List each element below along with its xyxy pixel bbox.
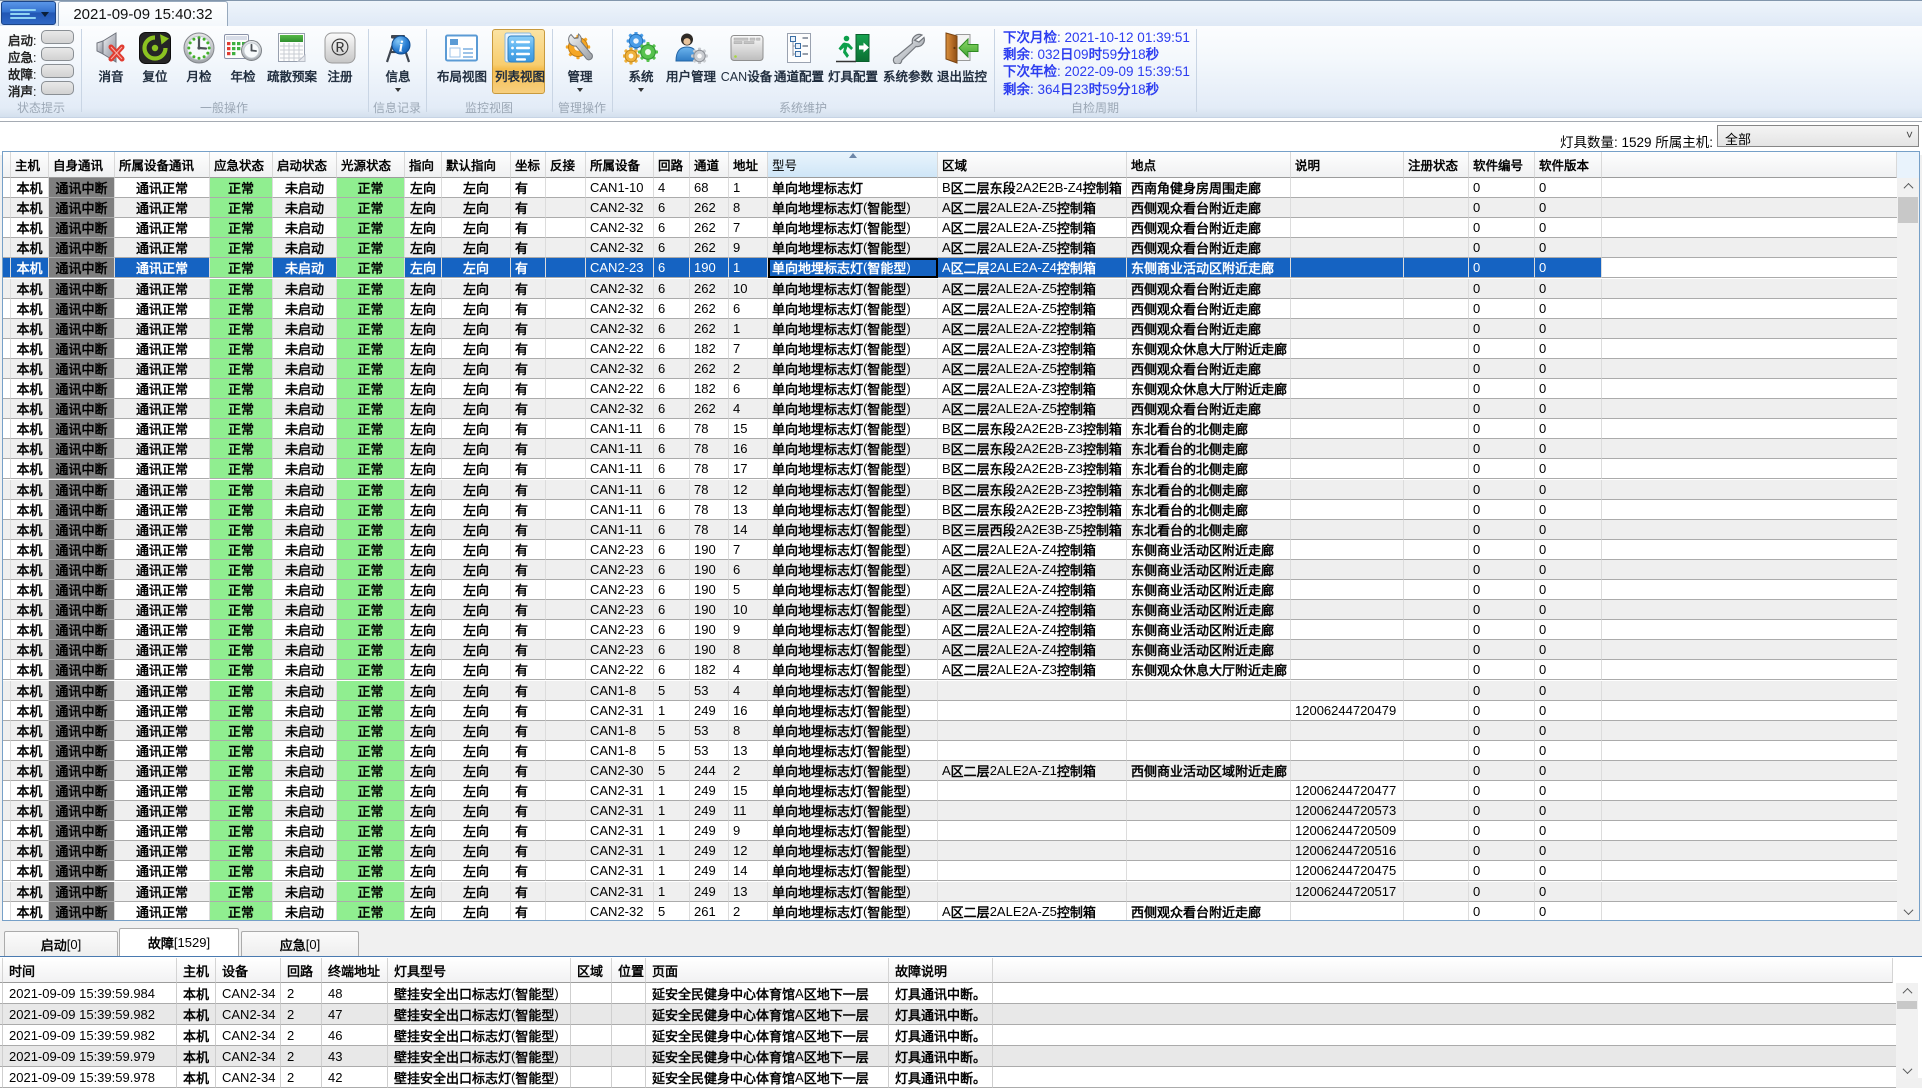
svg-text:®: ® bbox=[331, 35, 349, 62]
svg-text:i: i bbox=[399, 39, 404, 56]
